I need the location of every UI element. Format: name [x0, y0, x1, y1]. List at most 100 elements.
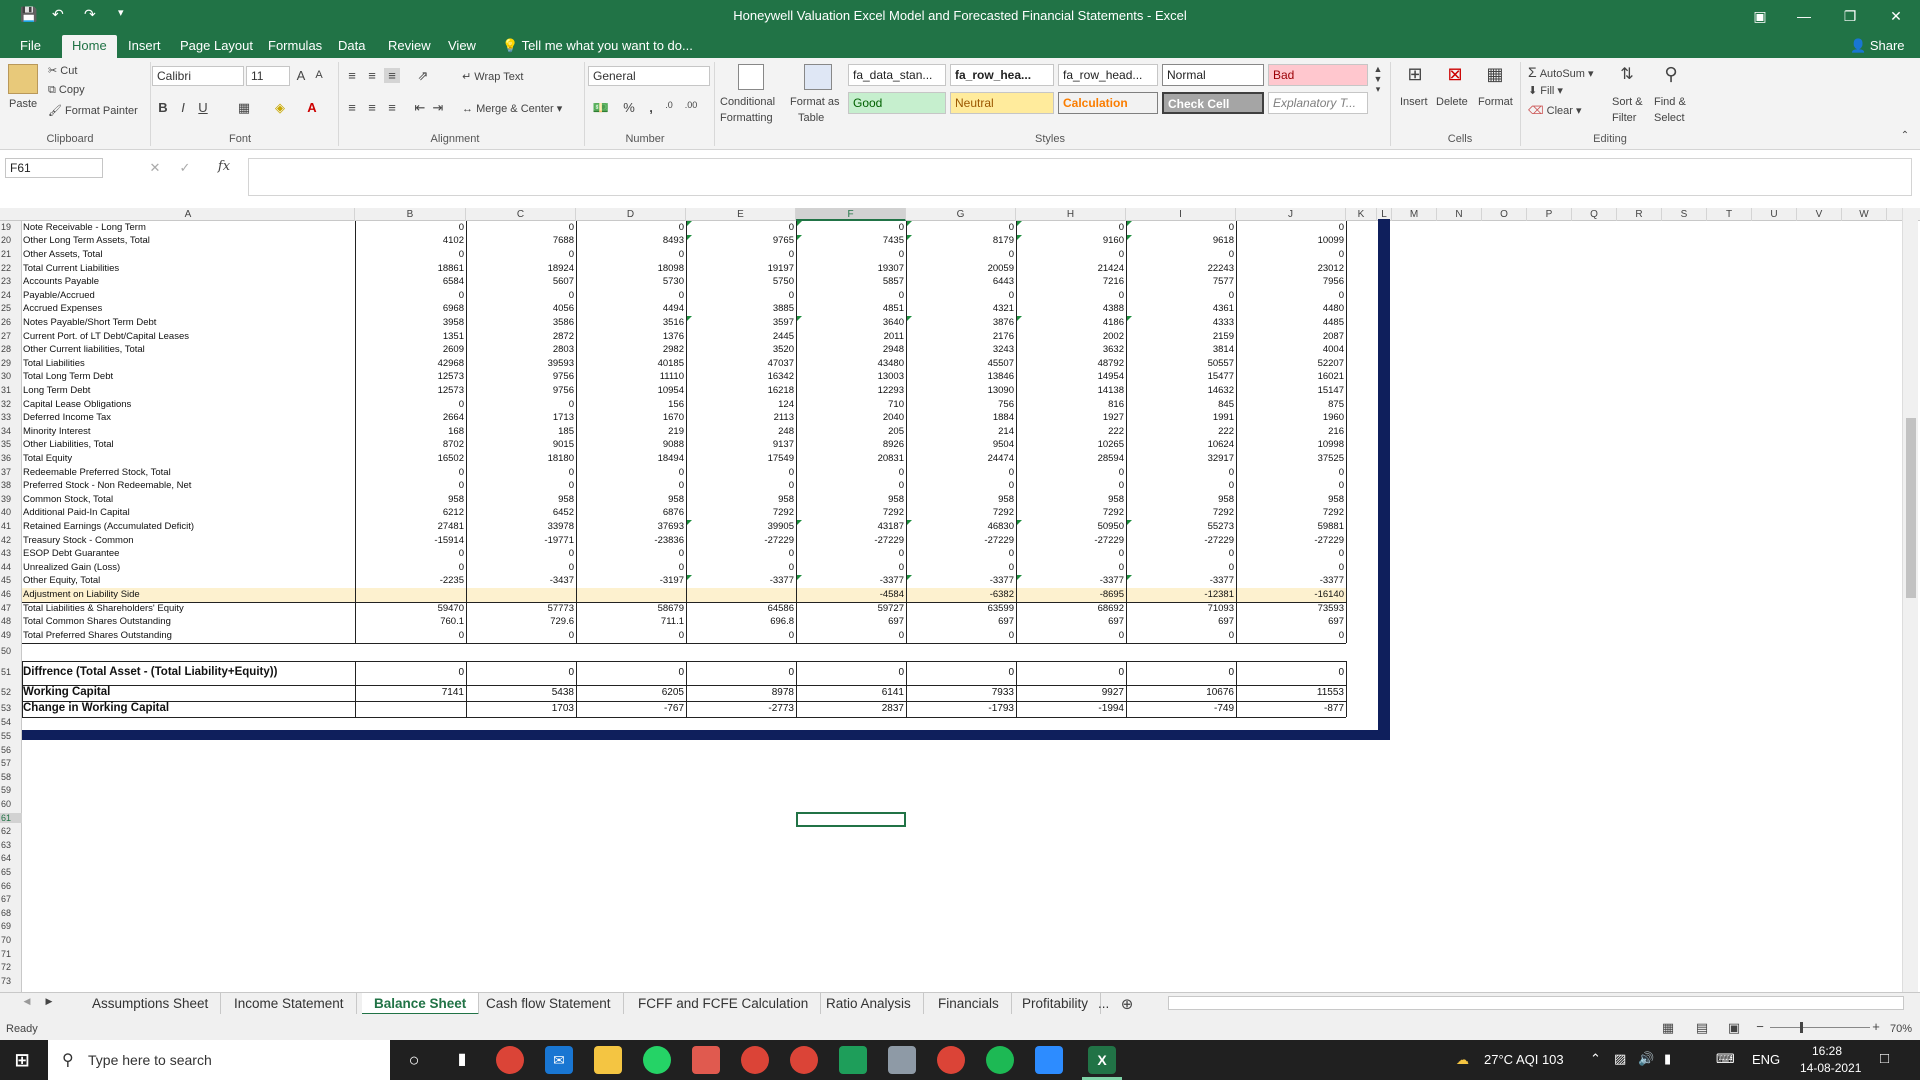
data-cell[interactable]: 6876 — [576, 507, 686, 518]
data-cell[interactable]: 0 — [796, 562, 906, 573]
data-cell[interactable]: 958 — [796, 494, 906, 505]
tab-formulas[interactable]: Formulas — [258, 35, 332, 58]
data-cell[interactable]: 0 — [466, 467, 576, 478]
data-cell[interactable]: 2609 — [355, 344, 466, 355]
data-cell[interactable]: 2040 — [796, 412, 906, 423]
data-cell[interactable]: 0 — [1236, 548, 1346, 559]
column-header[interactable]: H — [1016, 208, 1126, 221]
data-cell[interactable]: 958 — [1236, 494, 1346, 505]
data-cell[interactable]: 47037 — [686, 358, 796, 369]
data-cell[interactable]: 0 — [1126, 222, 1236, 233]
data-cell[interactable]: 7292 — [1016, 507, 1126, 518]
data-cell[interactable]: -749 — [1126, 703, 1236, 714]
row-label[interactable]: Change in Working Capital — [23, 702, 169, 714]
data-cell[interactable]: 0 — [466, 667, 576, 678]
data-cell[interactable]: 14632 — [1126, 385, 1236, 396]
data-cell[interactable]: 0 — [1126, 290, 1236, 301]
column-header[interactable]: G — [906, 208, 1016, 221]
data-cell[interactable]: 7435 — [796, 235, 906, 246]
error-indicator-icon[interactable] — [797, 221, 802, 226]
row-header[interactable]: 48 — [0, 616, 22, 626]
error-indicator-icon[interactable] — [907, 221, 912, 226]
zoom-slider-thumb[interactable] — [1800, 1022, 1803, 1033]
data-cell[interactable]: 17549 — [686, 453, 796, 464]
data-cell[interactable]: 2002 — [1016, 331, 1126, 342]
wrap-text-button[interactable]: ↵ Wrap Text — [462, 70, 523, 83]
data-cell[interactable]: 59470 — [355, 603, 466, 614]
data-cell[interactable]: 9765 — [686, 235, 796, 246]
data-cell[interactable]: 0 — [576, 562, 686, 573]
data-cell[interactable]: 0 — [355, 562, 466, 573]
data-cell[interactable]: 73593 — [1236, 603, 1346, 614]
fill-color-icon[interactable]: ◈ — [272, 100, 288, 116]
data-cell[interactable]: -3377 — [686, 575, 796, 586]
data-cell[interactable]: 0 — [1236, 467, 1346, 478]
data-cell[interactable]: 0 — [906, 290, 1016, 301]
whatsapp-icon[interactable] — [643, 1046, 671, 1074]
data-cell[interactable]: 0 — [906, 548, 1016, 559]
data-cell[interactable]: 0 — [355, 630, 466, 641]
row-header[interactable]: 44 — [0, 562, 22, 572]
data-cell[interactable]: 59727 — [796, 603, 906, 614]
data-cell[interactable]: 7216 — [1016, 276, 1126, 287]
data-cell[interactable]: 0 — [576, 480, 686, 491]
row-header[interactable]: 73 — [0, 976, 22, 986]
data-cell[interactable]: 0 — [796, 480, 906, 491]
data-cell[interactable]: 2113 — [686, 412, 796, 423]
data-cell[interactable]: 0 — [686, 249, 796, 260]
data-cell[interactable]: -1994 — [1016, 703, 1126, 714]
prev-sheet-icon[interactable]: ◀ — [20, 996, 34, 1007]
data-cell[interactable]: 33978 — [466, 521, 576, 532]
row-header[interactable]: 58 — [0, 772, 22, 782]
data-cell[interactable]: 16342 — [686, 371, 796, 382]
error-indicator-icon[interactable] — [797, 520, 802, 526]
error-indicator-icon[interactable] — [1127, 520, 1132, 526]
data-cell[interactable]: 0 — [686, 562, 796, 573]
row-label[interactable]: Total Liabilities & Shareholders' Equity — [23, 603, 184, 614]
row-header[interactable]: 69 — [0, 921, 22, 931]
data-cell[interactable]: 0 — [1236, 630, 1346, 641]
insert-function-icon[interactable]: fx — [214, 159, 234, 174]
next-sheet-icon[interactable]: ▶ — [42, 996, 56, 1007]
data-cell[interactable]: 0 — [906, 667, 1016, 678]
data-cell[interactable]: 219 — [576, 426, 686, 437]
error-indicator-icon[interactable] — [797, 234, 802, 240]
data-cell[interactable]: 15477 — [1126, 371, 1236, 382]
data-cell[interactable]: 2445 — [686, 331, 796, 342]
data-cell[interactable]: 13846 — [906, 371, 1016, 382]
row-header[interactable]: 67 — [0, 894, 22, 904]
data-cell[interactable]: 4361 — [1126, 303, 1236, 314]
data-cell[interactable]: 0 — [576, 467, 686, 478]
format-cells-icon[interactable]: ▦ — [1482, 64, 1508, 90]
data-cell[interactable]: 0 — [796, 630, 906, 641]
column-header[interactable]: S — [1662, 208, 1707, 221]
number-format-select[interactable]: General — [588, 66, 710, 86]
data-cell[interactable]: 20831 — [796, 453, 906, 464]
data-cell[interactable]: 1376 — [576, 331, 686, 342]
data-cell[interactable]: 7292 — [906, 507, 1016, 518]
data-cell[interactable]: 0 — [796, 290, 906, 301]
data-cell[interactable]: 39593 — [466, 358, 576, 369]
row-header[interactable]: 31 — [0, 385, 22, 395]
data-cell[interactable]: 0 — [1236, 562, 1346, 573]
mail-icon[interactable]: ✉ — [545, 1046, 573, 1074]
column-header[interactable]: R — [1617, 208, 1662, 221]
style-fa-data-standard[interactable]: fa_data_stan... — [848, 64, 946, 86]
row-header[interactable]: 57 — [0, 758, 22, 768]
data-cell[interactable]: 0 — [1126, 548, 1236, 559]
tab-file[interactable]: File — [10, 35, 51, 58]
increase-decimal-icon[interactable]: .0 — [660, 100, 678, 110]
data-cell[interactable]: 0 — [576, 290, 686, 301]
data-cell[interactable]: 0 — [1236, 249, 1346, 260]
data-cell[interactable]: 32917 — [1126, 453, 1236, 464]
row-header[interactable]: 50 — [0, 646, 22, 656]
data-cell[interactable]: -27229 — [1126, 535, 1236, 546]
row-header[interactable]: 55 — [0, 731, 22, 741]
vertical-scroll-thumb[interactable] — [1906, 418, 1916, 598]
data-cell[interactable]: 756 — [906, 399, 1016, 410]
data-cell[interactable]: 23012 — [1236, 263, 1346, 274]
data-cell[interactable]: 4056 — [466, 303, 576, 314]
data-cell[interactable]: -767 — [576, 703, 686, 714]
data-cell[interactable]: 0 — [466, 480, 576, 491]
data-cell[interactable]: 8493 — [576, 235, 686, 246]
